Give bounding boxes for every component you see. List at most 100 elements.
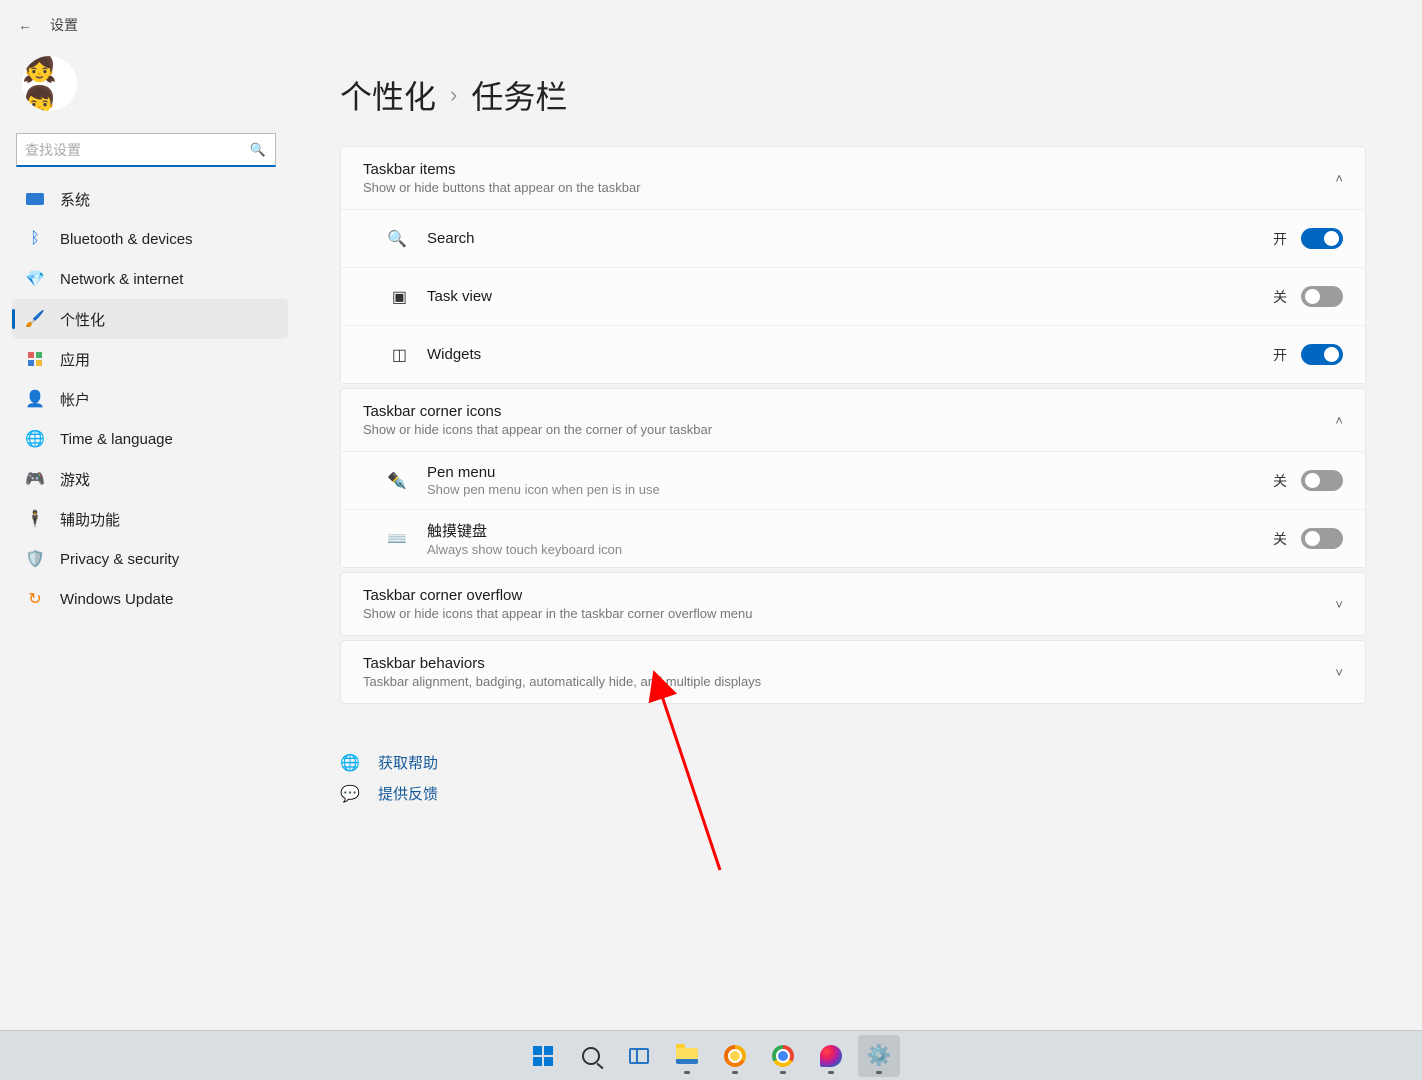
windows-logo-icon [533,1046,553,1066]
avatar[interactable]: 👧👦 [22,56,77,111]
section-taskbar-behaviors: Taskbar behaviors Taskbar alignment, bad… [340,640,1366,704]
sidebar-item-windows-update[interactable]: ↻ Windows Update [12,579,288,619]
toggle-state-label: 关 [1273,471,1287,491]
system-icon [24,188,46,210]
get-help-label: 获取帮助 [378,752,438,773]
section-header-taskbar-items[interactable]: Taskbar items Show or hide buttons that … [341,147,1365,209]
search-input[interactable] [16,133,276,167]
chevron-up-icon: ˄ [1335,413,1343,428]
person-icon: 👤 [24,388,46,410]
give-feedback-link[interactable]: 💬 提供反馈 [340,783,1366,804]
keyboard-icon: ⌨️ [363,529,427,549]
section-title: Taskbar behaviors [363,655,761,672]
app-title: 设置 [50,15,78,35]
section-subtitle: Show or hide icons that appear on the co… [363,422,712,437]
sidebar-item-label: Windows Update [60,591,173,608]
title-bar: ← 设置 [0,0,1422,50]
section-title: Taskbar corner overflow [363,587,753,604]
sidebar-item-privacy[interactable]: 🛡️ Privacy & security [12,539,288,579]
row-title: Task view [427,288,1273,305]
section-subtitle: Taskbar alignment, badging, automaticall… [363,674,761,689]
sidebar-item-system[interactable]: 系统 [12,179,288,219]
sidebar-item-accounts[interactable]: 👤 帐户 [12,379,288,419]
start-button[interactable] [522,1035,564,1077]
breadcrumb-parent[interactable]: 个性化 [340,72,436,118]
taskbar-file-explorer[interactable] [666,1035,708,1077]
sidebar-item-label: Network & internet [60,271,183,288]
toggle-state-label: 关 [1273,287,1287,307]
widgets-icon: ◫ [363,345,427,365]
sidebar-item-network[interactable]: 💎 Network & internet [12,259,288,299]
row-search: 🔍 Search 开 [341,209,1365,267]
gamepad-icon: 🎮 [24,468,46,490]
chevron-right-icon: › [450,82,457,108]
sidebar-item-label: 游戏 [60,469,90,490]
taskbar-task-view-button[interactable] [618,1035,660,1077]
taskbar-chrome[interactable] [762,1035,804,1077]
sidebar-item-label: 辅助功能 [60,509,120,530]
back-arrow-icon[interactable]: ← [18,17,32,33]
task-view-icon [629,1048,649,1064]
avatar-image: 👧👦 [22,56,77,111]
sidebar-item-apps[interactable]: 应用 [12,339,288,379]
section-subtitle: Show or hide buttons that appear on the … [363,180,641,195]
taskbar-search-button[interactable] [570,1035,612,1077]
main-content: 个性化 › 任务栏 Taskbar items Show or hide but… [300,50,1422,1030]
sidebar-item-accessibility[interactable]: 🕴️ 辅助功能 [12,499,288,539]
section-taskbar-items: Taskbar items Show or hide buttons that … [340,146,1366,384]
chevron-down-icon: ˅ [1335,597,1343,612]
sidebar-item-label: 系统 [60,189,90,210]
chrome-canary-icon [724,1045,746,1067]
bluetooth-icon: ᛒ [24,228,46,250]
toggle-touch-keyboard[interactable] [1301,528,1343,549]
update-icon: ↻ [24,588,46,610]
chrome-icon [772,1045,794,1067]
toggle-widgets[interactable] [1301,344,1343,365]
toggle-search[interactable] [1301,228,1343,249]
toggle-state-label: 开 [1273,345,1287,365]
toggle-state-label: 关 [1273,529,1287,549]
breadcrumb: 个性化 › 任务栏 [340,72,1366,118]
search-icon [582,1047,600,1065]
row-title: 触摸键盘 [427,520,1273,541]
row-task-view: ▣ Task view 关 [341,267,1365,325]
taskbar-settings[interactable]: ⚙️ [858,1035,900,1077]
sidebar-item-bluetooth[interactable]: ᛒ Bluetooth & devices [12,219,288,259]
brush-icon: 🖌️ [24,308,46,330]
sidebar-item-label: 应用 [60,349,90,370]
section-header-corner-overflow[interactable]: Taskbar corner overflow Show or hide ico… [341,573,1365,635]
sidebar-item-gaming[interactable]: 🎮 游戏 [12,459,288,499]
section-corner-icons: Taskbar corner icons Show or hide icons … [340,388,1366,568]
toggle-pen-menu[interactable] [1301,470,1343,491]
gear-icon: ⚙️ [867,1043,892,1068]
row-title: Pen menu [427,464,1273,481]
help-links: 🌐 获取帮助 💬 提供反馈 [340,752,1366,804]
feedback-icon: 💬 [340,784,360,804]
section-header-taskbar-behaviors[interactable]: Taskbar behaviors Taskbar alignment, bad… [341,641,1365,703]
shield-icon: 🛡️ [24,548,46,570]
row-subtitle: Always show touch keyboard icon [427,542,1273,557]
accessibility-icon: 🕴️ [24,508,46,530]
breadcrumb-current: 任务栏 [471,72,567,118]
section-header-corner-icons[interactable]: Taskbar corner icons Show or hide icons … [341,389,1365,451]
search-icon: 🔍 [363,229,427,249]
row-title: Search [427,230,1273,247]
section-corner-overflow: Taskbar corner overflow Show or hide ico… [340,572,1366,636]
taskbar-chrome-canary[interactable] [714,1035,756,1077]
toggle-task-view[interactable] [1301,286,1343,307]
get-help-link[interactable]: 🌐 获取帮助 [340,752,1366,773]
sidebar-nav: 系统 ᛒ Bluetooth & devices 💎 Network & int… [12,179,288,619]
wifi-icon: 💎 [24,268,46,290]
row-touch-keyboard: ⌨️ 触摸键盘 Always show touch keyboard icon … [341,509,1365,567]
section-title: Taskbar corner icons [363,403,712,420]
sidebar-item-label: Bluetooth & devices [60,231,193,248]
taskbar-paint[interactable] [810,1035,852,1077]
sidebar-item-personalization[interactable]: 🖌️ 个性化 [12,299,288,339]
apps-icon [24,348,46,370]
sidebar-item-time-language[interactable]: 🌐 Time & language [12,419,288,459]
app-body: 👧👦 🔍 系统 ᛒ Bluetooth & devices 💎 Network … [0,50,1422,1030]
globe-icon: 🌐 [24,428,46,450]
sidebar-item-label: 帐户 [60,389,90,410]
chevron-down-icon: ˅ [1335,665,1343,680]
row-widgets: ◫ Widgets 开 [341,325,1365,383]
